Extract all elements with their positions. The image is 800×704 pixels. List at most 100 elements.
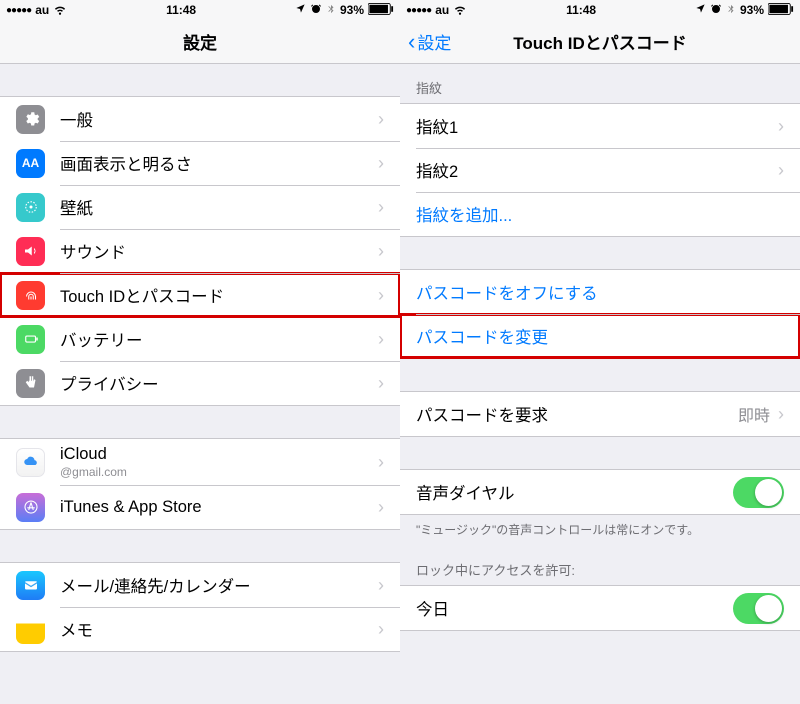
row-label: バッテリー: [60, 327, 378, 351]
carrier-label: au: [435, 3, 449, 17]
row-label: 指紋を追加...: [416, 202, 784, 226]
appstore-icon: [16, 493, 45, 522]
row-label: メール/連絡先/カレンダー: [60, 573, 378, 597]
cloud-icon: [16, 448, 45, 477]
chevron-right-icon: ›: [378, 373, 384, 394]
back-label: 設定: [417, 29, 451, 54]
row-mail-contacts-calendar[interactable]: メール/連絡先/カレンダー ›: [0, 563, 400, 607]
settings-list[interactable]: 一般 › AA 画面表示と明るさ › 壁紙 › サウンド › Touch IDと…: [0, 64, 400, 704]
row-detail: 即時: [738, 402, 770, 426]
bluetooth-icon: [326, 3, 336, 18]
battery-icon: [16, 325, 45, 354]
gear-icon: [16, 105, 45, 134]
chevron-right-icon: ›: [378, 285, 384, 306]
chevron-right-icon: ›: [378, 619, 384, 640]
row-label: パスコードを変更: [416, 324, 784, 348]
status-time: 11:48: [166, 3, 196, 17]
row-fingerprint-2[interactable]: 指紋2 ›: [400, 148, 800, 192]
row-label: 画面表示と明るさ: [60, 151, 378, 175]
signal-icon: ●●●●●: [6, 5, 31, 16]
fingerprint-icon: [16, 281, 45, 310]
row-touchid-passcode[interactable]: Touch IDとパスコード ›: [0, 273, 400, 317]
chevron-right-icon: ›: [378, 109, 384, 130]
chevron-right-icon: ›: [378, 452, 384, 473]
battery-icon: [368, 3, 394, 18]
touchid-list[interactable]: 指紋 指紋1 › 指紋2 › 指紋を追加... パスコードをオフにする パスコー…: [400, 64, 800, 704]
row-label: 指紋2: [416, 158, 778, 182]
row-label: 今日: [416, 596, 733, 620]
carrier-label: au: [35, 3, 49, 17]
row-label: 一般: [60, 107, 378, 131]
row-turn-passcode-off[interactable]: パスコードをオフにする: [400, 270, 800, 314]
settings-screen: ●●●●● au 11:48 93% 設定: [0, 0, 400, 704]
row-label: Touch IDとパスコード: [60, 283, 378, 307]
alarm-icon: [310, 3, 322, 18]
chevron-right-icon: ›: [378, 329, 384, 350]
chevron-right-icon: ›: [778, 404, 784, 425]
back-button[interactable]: ‹ 設定: [408, 29, 451, 54]
row-icloud[interactable]: iCloud @gmail.com ›: [0, 439, 400, 485]
status-bar: ●●●●● au 11:48 93%: [400, 0, 800, 20]
hand-icon: [16, 369, 45, 398]
row-label: 指紋1: [416, 114, 778, 138]
chevron-right-icon: ›: [378, 241, 384, 262]
row-privacy[interactable]: プライバシー ›: [0, 361, 400, 405]
row-general[interactable]: 一般 ›: [0, 97, 400, 141]
voice-dial-footer: "ミュージック"の音声コントロールは常にオンです。: [400, 515, 800, 546]
section-header-fingerprints: 指紋: [400, 64, 800, 103]
bluetooth-icon: [726, 3, 736, 18]
row-notes[interactable]: メモ ›: [0, 607, 400, 651]
status-bar: ●●●●● au 11:48 93%: [0, 0, 400, 20]
today-toggle[interactable]: [733, 593, 784, 624]
row-label: iTunes & App Store: [60, 498, 378, 517]
chevron-right-icon: ›: [378, 153, 384, 174]
row-label: パスコードを要求: [416, 402, 738, 426]
row-label: サウンド: [60, 239, 378, 263]
nav-bar: ‹ 設定 Touch IDとパスコード: [400, 20, 800, 64]
chevron-right-icon: ›: [778, 160, 784, 181]
row-display[interactable]: AA 画面表示と明るさ ›: [0, 141, 400, 185]
display-icon: AA: [16, 149, 45, 178]
voice-dial-toggle[interactable]: [733, 477, 784, 508]
row-label: メモ: [60, 617, 378, 641]
sound-icon: [16, 237, 45, 266]
row-itunes-appstore[interactable]: iTunes & App Store ›: [0, 485, 400, 529]
wifi-icon: [453, 2, 467, 19]
row-voice-dial: 音声ダイヤル: [400, 470, 800, 514]
row-today: 今日: [400, 586, 800, 630]
chevron-right-icon: ›: [378, 497, 384, 518]
row-battery[interactable]: バッテリー ›: [0, 317, 400, 361]
battery-pct: 93%: [740, 3, 764, 17]
section-header-lock-access: ロック中にアクセスを許可:: [400, 546, 800, 585]
chevron-right-icon: ›: [778, 116, 784, 137]
status-time: 11:48: [566, 3, 596, 17]
chevron-right-icon: ›: [378, 575, 384, 596]
chevron-left-icon: ‹: [408, 31, 415, 53]
row-wallpaper[interactable]: 壁紙 ›: [0, 185, 400, 229]
signal-icon: ●●●●●: [406, 5, 431, 16]
nav-bar: 設定: [0, 20, 400, 64]
wifi-icon: [53, 2, 67, 19]
battery-pct: 93%: [340, 3, 364, 17]
wallpaper-icon: [16, 193, 45, 222]
page-title: Touch IDとパスコード: [513, 29, 686, 54]
row-label: 壁紙: [60, 195, 378, 219]
notes-icon: [16, 615, 45, 644]
mail-icon: [16, 571, 45, 600]
row-label: 音声ダイヤル: [416, 480, 733, 504]
row-add-fingerprint[interactable]: 指紋を追加...: [400, 192, 800, 236]
row-fingerprint-1[interactable]: 指紋1 ›: [400, 104, 800, 148]
location-icon: [695, 3, 706, 17]
battery-icon: [768, 3, 794, 18]
row-subtitle: @gmail.com: [60, 465, 378, 479]
row-require-passcode[interactable]: パスコードを要求 即時 ›: [400, 392, 800, 436]
row-label: プライバシー: [60, 371, 378, 395]
row-label: パスコードをオフにする: [416, 280, 784, 304]
alarm-icon: [710, 3, 722, 18]
touchid-passcode-screen: ●●●●● au 11:48 93% ‹ 設定 Touch IDとパスコード 指…: [400, 0, 800, 704]
row-sound[interactable]: サウンド ›: [0, 229, 400, 273]
page-title: 設定: [183, 29, 217, 54]
chevron-right-icon: ›: [378, 197, 384, 218]
location-icon: [295, 3, 306, 17]
row-change-passcode[interactable]: パスコードを変更: [400, 314, 800, 358]
